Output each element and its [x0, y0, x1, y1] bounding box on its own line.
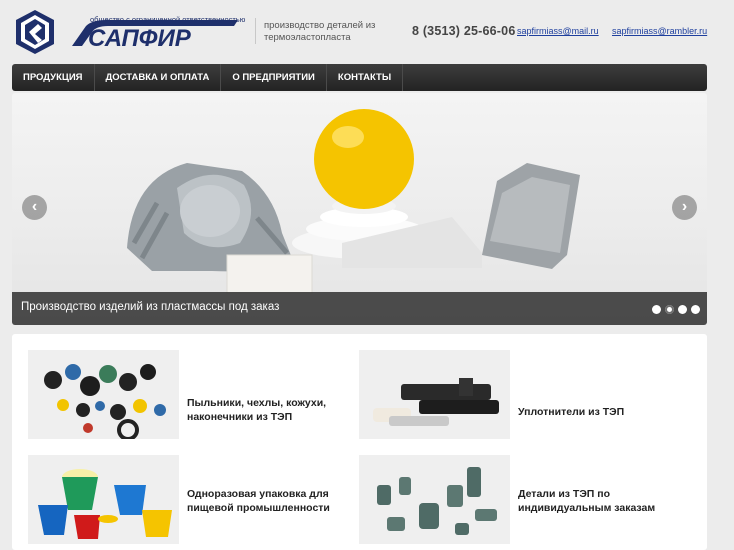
hero-slider[interactable]: ‹ › Производство изделий из пластмассы п… — [12, 93, 707, 325]
product-card-seals[interactable]: Уплотнители из ТЭП — [359, 350, 679, 440]
product-image — [359, 350, 510, 439]
product-grid: Пыльники, чехлы, кожухи, наконечники из … — [12, 334, 707, 550]
nav-item-about[interactable]: О ПРЕДПРИЯТИИ — [221, 64, 327, 91]
product-image — [359, 455, 510, 544]
nav-item-contacts[interactable]: КОНТАКТЫ — [327, 64, 404, 91]
product-title[interactable]: Пыльники, чехлы, кожухи, наконечники из … — [187, 396, 337, 424]
chevron-left-icon[interactable]: ‹ — [22, 195, 47, 220]
email-link-rambler[interactable]: sapfirmiass@rambler.ru — [612, 26, 707, 36]
slide-caption-bar: Производство изделий из пластмассы под з… — [12, 292, 707, 325]
header-divider — [255, 18, 256, 44]
product-image — [28, 350, 179, 439]
svg-text:САПФИР: САПФИР — [88, 25, 192, 50]
nav-item-products[interactable]: ПРОДУКЦИЯ — [12, 64, 95, 91]
main-nav: ПРОДУКЦИЯ ДОСТАВКА И ОПЛАТА О ПРЕДПРИЯТИ… — [12, 64, 707, 91]
email-link-mail[interactable]: sapfirmiass@mail.ru — [517, 26, 599, 36]
product-card-custom[interactable]: Детали из ТЭП по индивидуальным заказам — [359, 455, 679, 545]
phone-number[interactable]: 8 (3513) 25-66-06 — [412, 24, 515, 38]
slider-dot-2[interactable] — [665, 305, 674, 314]
slider-dot-3[interactable] — [678, 305, 687, 314]
product-title[interactable]: Одноразовая упаковка для пищевой промышл… — [187, 487, 337, 515]
slide-caption: Производство изделий из пластмассы под з… — [21, 301, 280, 313]
product-title[interactable]: Детали из ТЭП по индивидуальным заказам — [518, 487, 668, 515]
slider-dot-1[interactable] — [652, 305, 661, 314]
product-card-boots[interactable]: Пыльники, чехлы, кожухи, наконечники из … — [28, 350, 348, 440]
sapfir-logo[interactable]: САПФИР — [62, 14, 244, 50]
slide-image — [127, 109, 580, 294]
chevron-right-icon[interactable]: › — [672, 195, 697, 220]
product-image — [28, 455, 179, 544]
product-card-packaging[interactable]: Одноразовая упаковка для пищевой промышл… — [28, 455, 348, 545]
slider-dot-4[interactable] — [691, 305, 700, 314]
sapfir-emblem-icon[interactable] — [12, 8, 58, 56]
tagline: производство деталей из термоэластопласт… — [264, 20, 376, 43]
nav-item-delivery[interactable]: ДОСТАВКА И ОПЛАТА — [95, 64, 222, 91]
slider-pagination — [652, 305, 700, 314]
product-title[interactable]: Уплотнители из ТЭП — [518, 405, 668, 419]
page-gutter — [707, 334, 734, 550]
site-header: общество с ограниченной ответственностью… — [0, 0, 734, 64]
